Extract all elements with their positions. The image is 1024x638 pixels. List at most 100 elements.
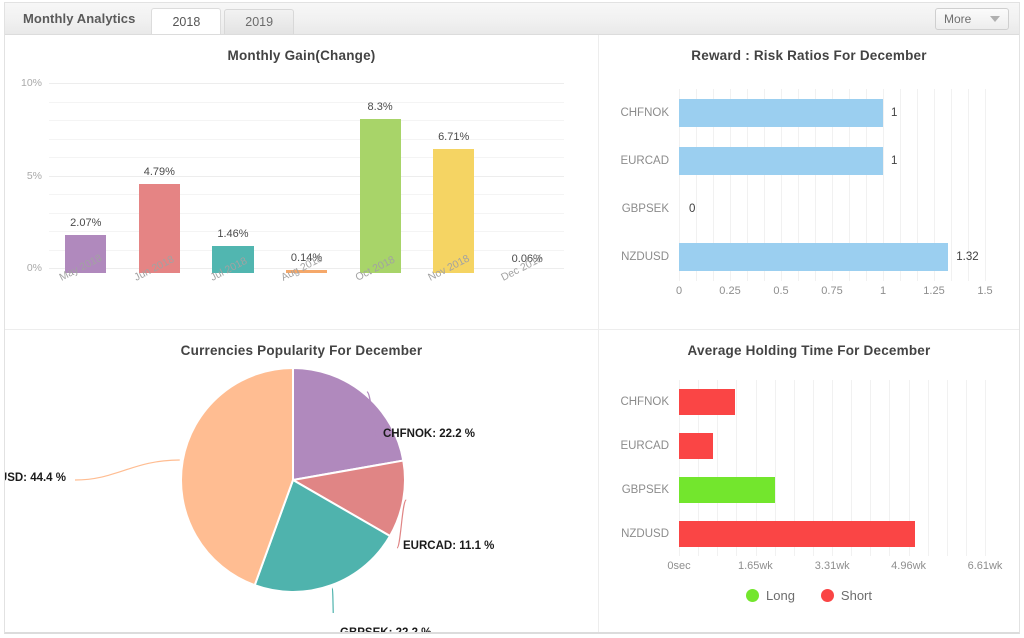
x-axis-cell: Dec 2018	[490, 253, 564, 323]
bar[interactable]	[679, 477, 776, 503]
x-axis-cell: Jun 2018	[123, 253, 197, 323]
x-axis-tick-label: 0.5	[773, 285, 789, 297]
legend-label-short: Short	[840, 588, 872, 603]
bar-value-label: 6.71%	[438, 130, 470, 143]
holding-title: Average Holding Time For December	[687, 343, 931, 358]
x-axis-cell: Nov 2018	[417, 253, 491, 323]
bar-column[interactable]: 0.06%	[490, 83, 564, 273]
bar-track: 1	[679, 137, 986, 185]
tab-2018[interactable]: 2018	[151, 8, 222, 34]
grid-line	[985, 424, 986, 468]
bar[interactable]	[679, 389, 736, 415]
holding-time-chart: CHFNOK EURCAD GBPSEK NZDUSD 0sec 1.65wk 3.31w…	[609, 380, 1002, 578]
bar-value-label: 1	[891, 155, 898, 167]
bar-row[interactable]: EURCAD	[609, 424, 986, 468]
panel-reward-risk: Reward : Risk Ratios For December CHFNOK…	[599, 35, 1019, 330]
bar-category-label: CHFNOK	[620, 396, 669, 408]
bar[interactable]	[679, 99, 883, 127]
bar-row[interactable]: GBPSEK	[609, 468, 986, 512]
holding-time-legend: Long Short	[599, 588, 1019, 603]
bar-row[interactable]: NZDUSD	[609, 512, 986, 556]
tab-2019[interactable]: 2019	[224, 9, 295, 34]
monthly-gain-chart: 0% 5% 10% 2.07% 4.79% 1.46% 0.14% 8.3% 6.71% 0.0…	[21, 77, 564, 284]
bar-column[interactable]: 1.46%	[196, 83, 270, 273]
pie-slice-label: CHFNOK: 22.2 %	[383, 428, 476, 440]
bar-category-label: EURCAD	[620, 440, 669, 452]
x-axis-cell: Jul 2018	[196, 255, 270, 323]
bar-value-label: 0	[689, 203, 696, 215]
x-axis-tick-label: 3.31wk	[814, 560, 850, 572]
grid-line	[985, 512, 986, 556]
tab-2018-label: 2018	[172, 15, 201, 29]
panel-monthly-gain: Monthly Gain(Change) 0% 5% 10% 2.07% 4.79% 1…	[5, 35, 599, 330]
bar-category-label: CHFNOK	[620, 107, 669, 119]
x-axis-tick-label: 1.25	[923, 285, 945, 297]
bar-value-label: 1.46%	[217, 228, 249, 240]
x-axis-tick-label: 0.25	[719, 285, 741, 297]
analytics-widget: Monthly Analytics 2018 2019 More Monthly…	[4, 2, 1020, 634]
grid-line	[985, 233, 986, 281]
bar-track: 1	[679, 89, 986, 137]
x-axis-tick-label: 0	[675, 285, 683, 297]
bar-column[interactable]: 0.14%	[270, 83, 344, 273]
legend-item-short[interactable]: Short	[820, 588, 872, 603]
x-axis-tick-label: 6.61wk	[967, 560, 1003, 572]
bar-row[interactable]: CHFNOK 1	[609, 89, 986, 137]
grid-line	[985, 468, 986, 512]
year-tabs: 2018 2019	[151, 3, 297, 34]
bar-category-label: NZDUSD	[621, 528, 669, 540]
y-axis-tick-label: 0%	[26, 262, 42, 274]
bar-column[interactable]: 2.07%	[49, 83, 123, 273]
pie-slice-label: EURCAD: 11.1 %	[403, 540, 495, 552]
legend-dot-short	[820, 589, 834, 602]
bar-row[interactable]: GBPSEK 0	[609, 185, 986, 233]
page-title: Monthly Analytics	[23, 11, 136, 26]
bar-track: 1.32	[679, 233, 986, 281]
reward-risk-chart: CHFNOK 1 EURCAD 1 GBPSEK 0 NZDUSD 1.32 0 0.25 0.5…	[609, 89, 993, 303]
bar[interactable]	[359, 119, 401, 273]
bar-category-label: EURCAD	[620, 155, 669, 167]
grid-line	[985, 185, 986, 233]
x-axis-cell: Oct 2018	[343, 254, 417, 323]
holding-time-axis: 0sec 1.65wk 3.31wk 4.96wk 6.61wk	[609, 556, 1002, 578]
x-axis-tick-label: 0sec	[667, 560, 691, 572]
chevron-down-icon	[990, 16, 1000, 22]
bar-column[interactable]: 6.71%	[417, 83, 491, 273]
x-axis-tick-label: 1	[879, 285, 887, 297]
reward-risk-title: Reward : Risk Ratios For December	[691, 48, 927, 63]
bar-column[interactable]: 8.3%	[343, 83, 417, 273]
x-axis-tick-label: 1.65wk	[737, 560, 773, 572]
bar[interactable]	[679, 147, 883, 175]
reward-risk-axis: 0 0.25 0.5 0.75 1 1.25 1.5	[609, 281, 993, 303]
more-button[interactable]: More	[935, 8, 1009, 30]
pie-svg	[74, 366, 407, 613]
bar-row[interactable]: EURCAD 1	[609, 137, 986, 185]
currencies-pie-chart: CHFNOK: 22.2 % EURCAD: 11.1 % GBPSEK: 22.2…	[5, 358, 598, 632]
legend-item-long[interactable]: Long	[746, 588, 795, 603]
y-axis-tick-label: 5%	[26, 169, 42, 182]
pie-leader-line	[74, 459, 180, 481]
bar-category-label: GBPSEK	[621, 484, 669, 496]
bar-value-label: 4.79%	[143, 166, 175, 179]
charts-grid: Monthly Gain(Change) 0% 5% 10% 2.07% 4.79% 1…	[5, 35, 1019, 632]
panel-currencies-popularity: Currencies Popularity For December CHFNO…	[5, 330, 599, 632]
bar-row[interactable]: NZDUSD 1.32	[609, 233, 986, 281]
bar[interactable]	[433, 148, 475, 273]
bar[interactable]	[679, 243, 949, 271]
bar-column[interactable]: 4.79%	[123, 83, 197, 273]
pie-leader-line	[331, 587, 334, 613]
bar-value-label: 1	[891, 107, 898, 119]
bar-row[interactable]: CHFNOK	[609, 380, 986, 424]
monthly-gain-title: Monthly Gain(Change)	[227, 48, 376, 63]
x-axis-cell: May 2018	[49, 252, 123, 323]
pie-slice-label: GBPSEK: 22.2 %	[340, 627, 431, 632]
panel-average-holding-time: Average Holding Time For December CHFNOK…	[599, 330, 1019, 632]
x-axis-cell: Aug 2018	[270, 253, 344, 323]
bar-value-label: 8.3%	[367, 101, 393, 114]
bar-category-label: GBPSEK	[621, 203, 669, 215]
bar[interactable]	[679, 521, 916, 547]
bar-track	[679, 468, 986, 512]
bar-track	[679, 380, 986, 424]
grid-line	[985, 137, 986, 185]
bar[interactable]	[679, 433, 714, 459]
